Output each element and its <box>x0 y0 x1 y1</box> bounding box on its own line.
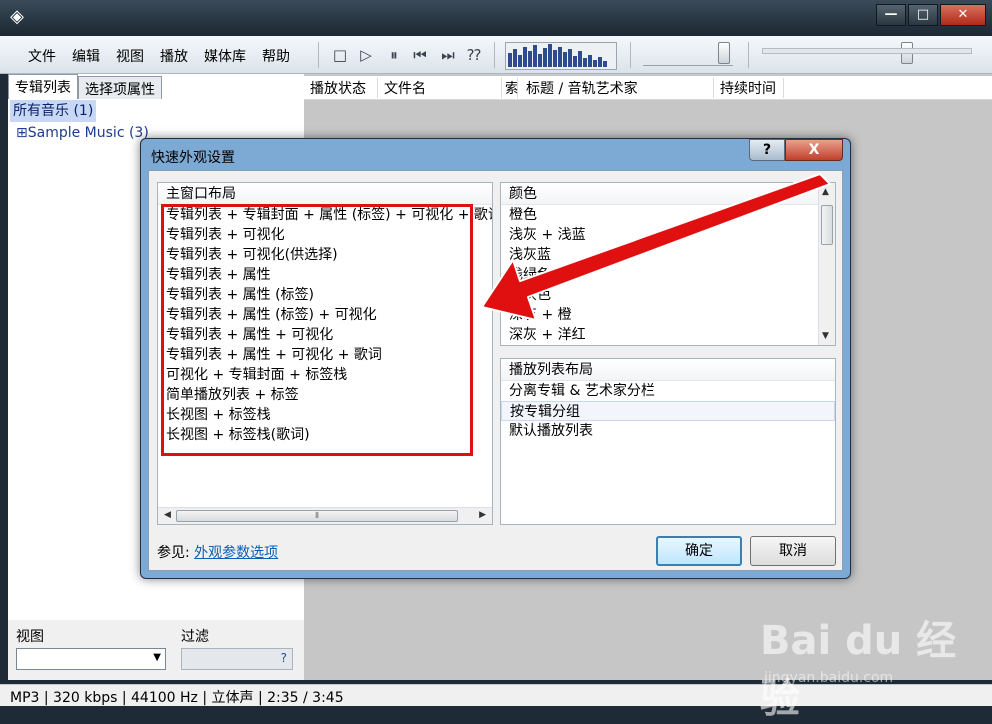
col-index[interactable]: 索 <box>502 78 518 98</box>
col-duration[interactable]: 持续时间 <box>714 78 784 98</box>
scroll-down-icon[interactable]: ▼ <box>822 331 829 341</box>
menu-playback[interactable]: 播放 <box>152 46 196 66</box>
menu-edit[interactable]: 编辑 <box>64 46 108 66</box>
color-option[interactable]: 浅绿色 <box>501 265 835 285</box>
see-also-label: 参见: <box>157 545 190 561</box>
maximize-button[interactable]: □ <box>908 4 938 26</box>
scroll-right-icon[interactable]: ▶ <box>479 510 486 520</box>
next-icon[interactable]: ⏭ <box>438 45 458 65</box>
appearance-options-link[interactable]: 外观参数选项 <box>194 545 278 561</box>
vertical-scrollbar[interactable]: ▲ ▼ <box>818 183 835 345</box>
foobar-logo-icon: ◈ <box>10 6 24 27</box>
playlist-column-header: 播放状态 文件名 索 标题 / 音轨艺术家 持续时间 <box>304 76 992 100</box>
col-title-artist[interactable]: 标题 / 音轨艺术家 <box>520 78 714 98</box>
left-tabs: 专辑列表 选择项属性 <box>8 74 162 99</box>
spectrum-visualizer <box>505 42 617 70</box>
playlist-layout-header: 播放列表布局 <box>501 359 835 381</box>
tree-item-label: Sample Music (3) <box>27 125 149 141</box>
play-icon[interactable]: ▷ <box>356 45 376 65</box>
dialog-title: 快速外观设置 <box>151 150 235 166</box>
color-option[interactable]: 浅灰蓝 <box>501 245 835 265</box>
horizontal-scrollbar[interactable]: ◀ ⦀ ▶ <box>158 507 492 524</box>
baidu-watermark-url: jingyan.baidu.com <box>764 670 894 686</box>
menu-bar: 文件 编辑 视图 播放 媒体库 帮助 <box>20 46 298 66</box>
scroll-thumb[interactable]: ⦀ <box>176 510 458 522</box>
color-option[interactable]: 深灰 + 洋红 <box>501 325 835 345</box>
menu-help[interactable]: 帮助 <box>254 46 298 66</box>
toolbar: 文件 编辑 视图 播放 媒体库 帮助 □ ▷ ⏸ ⏮ ⏭ ⁇ <box>0 36 992 74</box>
playlist-layout-option[interactable]: 按专辑分组 <box>501 401 835 421</box>
color-option[interactable]: 深灰 + 橙 <box>501 305 835 325</box>
color-list: 颜色 橙色 浅灰 + 浅蓝 浅灰蓝 浅绿色 深灰色 深灰 + 橙深灰 + 洋红 ▲ ▼ <box>500 182 836 346</box>
seek-track[interactable] <box>762 48 972 54</box>
menu-library[interactable]: 媒体库 <box>196 46 254 66</box>
filter-label: 过滤 <box>181 629 209 645</box>
color-option[interactable]: 橙色 <box>501 205 835 225</box>
playlist-layout-option[interactable]: 默认播放列表 <box>501 421 835 441</box>
menu-view[interactable]: 视图 <box>108 46 152 66</box>
scroll-up-icon[interactable]: ▲ <box>822 187 829 197</box>
baidu-watermark: Bai du 经验 <box>760 618 957 722</box>
toolbar-separator <box>630 42 631 68</box>
color-header: 颜色 <box>501 183 835 205</box>
col-play-state[interactable]: 播放状态 <box>304 78 378 98</box>
tab-album-list[interactable]: 专辑列表 <box>8 74 78 99</box>
scroll-thumb[interactable] <box>821 205 833 245</box>
volume-slider[interactable] <box>718 42 730 64</box>
chevron-down-icon: ▼ <box>153 652 161 663</box>
view-label: 视图 <box>16 629 44 645</box>
menu-file[interactable]: 文件 <box>20 46 64 66</box>
filter-help-icon[interactable]: ? <box>281 651 287 665</box>
highlight-box <box>161 204 473 456</box>
main-layout-header: 主窗口布局 <box>158 183 492 205</box>
dialog-close-button[interactable]: X <box>785 139 843 161</box>
tab-properties[interactable]: 选择项属性 <box>78 76 162 99</box>
ok-button[interactable]: 确定 <box>656 536 742 566</box>
minimize-button[interactable]: — <box>876 4 906 26</box>
scroll-left-icon[interactable]: ◀ <box>164 510 171 520</box>
playlist-layout-option[interactable]: 分离专辑 & 艺术家分栏 <box>501 381 835 401</box>
close-button[interactable]: ✕ <box>940 4 986 26</box>
playlist-layout-list: 播放列表布局 分离专辑 & 艺术家分栏 按专辑分组 默认播放列表 <box>500 358 836 525</box>
tree-item-all-music[interactable]: 所有音乐 (1) <box>10 100 96 122</box>
cancel-button[interactable]: 取消 <box>750 536 836 566</box>
filter-input[interactable]: ? <box>181 648 293 670</box>
view-select[interactable]: ▼ <box>16 648 166 670</box>
toolbar-separator <box>318 42 319 68</box>
col-filename[interactable]: 文件名 <box>378 78 502 98</box>
toolbar-separator <box>494 42 495 68</box>
color-option[interactable]: 深灰色 <box>501 285 835 305</box>
random-icon[interactable]: ⁇ <box>464 45 484 65</box>
color-option[interactable]: 浅灰 + 浅蓝 <box>501 225 835 245</box>
title-bar: ◈ — □ ✕ <box>0 0 992 36</box>
toolbar-separator <box>748 42 749 68</box>
pause-icon[interactable]: ⏸ <box>384 45 404 65</box>
previous-icon[interactable]: ⏮ <box>410 45 430 65</box>
stop-icon[interactable]: □ <box>330 45 350 65</box>
see-also: 参见: 外观参数选项 <box>157 542 278 562</box>
help-button[interactable]: ? <box>749 139 785 161</box>
